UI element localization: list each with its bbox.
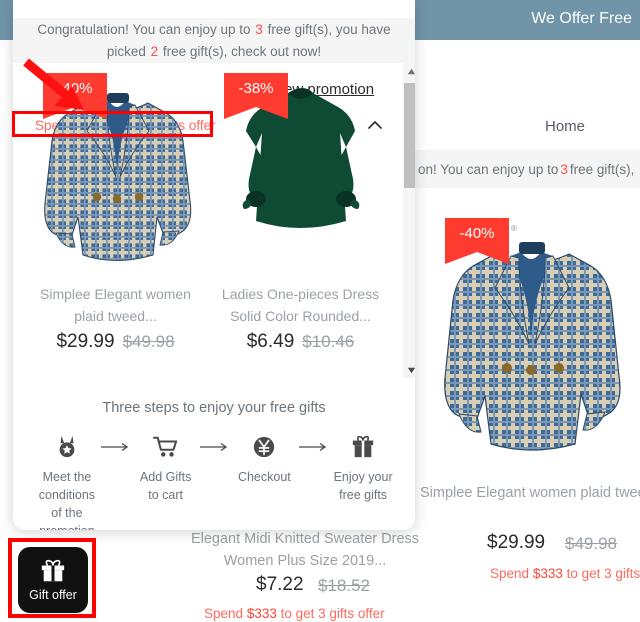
- step-checkout: Checkout: [232, 432, 296, 486]
- product-title: Simplee Elegant women plaid tweed jacket…: [420, 485, 640, 501]
- product-price: $29.99: [487, 532, 546, 553]
- site-navigation: [415, 40, 640, 150]
- step-label: Add Gifts to cart: [139, 470, 192, 502]
- steps-row: Meet the conditions of the promotion: [35, 432, 395, 530]
- product-card-plaid-jacket[interactable]: -40% ee ®: [415, 200, 640, 622]
- product-title: Elegant Midi Knitted Sweater Dress Women…: [190, 531, 420, 569]
- congrats-max-gifts: 3: [255, 22, 263, 37]
- congrats-picked-count: 2: [150, 44, 159, 59]
- product-price: $7.22: [256, 574, 304, 595]
- site-promo-banner-count: 3: [560, 161, 568, 177]
- site-promo-banner-suffix: free gift(s),: [569, 161, 635, 177]
- step-label: Checkout: [237, 470, 291, 484]
- product-spend-note: Spend $333 to get 3 gifts offer: [490, 566, 640, 581]
- spend-prefix: Spend: [204, 606, 244, 621]
- gift-offer-label: Gift offer: [29, 587, 77, 602]
- site-promo-banner: on! You can enjoy up to 3 free gift(s),: [415, 150, 640, 188]
- gift-offer-button[interactable]: Gift offer: [18, 547, 88, 613]
- gift-product-price-1: $29.99 $49.98: [33, 331, 198, 353]
- steps-title: Three steps to enjoy your free gifts: [102, 400, 326, 416]
- nav-item-home[interactable]: Home: [545, 118, 585, 135]
- gift-product-price-2: $6.49 $10.46: [218, 331, 383, 353]
- gift-offer-highlight-box: Gift offer: [8, 538, 96, 618]
- spend-prefix: Spend: [490, 566, 530, 581]
- spend-amount: $333: [246, 606, 277, 621]
- gift-product-current-price-1: $29.99: [56, 331, 115, 352]
- spend-suffix: to get 3 gifts offer: [280, 606, 385, 621]
- gift-product-old-price-1: $49.98: [122, 332, 175, 351]
- scrollbar-down-arrow-icon[interactable]: [403, 362, 415, 378]
- step-enjoy-free-gifts: Enjoy your free gifts: [331, 432, 395, 504]
- product-old-price: $49.98: [565, 534, 617, 553]
- step-label: Enjoy your free gifts: [333, 470, 393, 502]
- screenshot-root: We Offer Free Home on! You can enjoy up …: [0, 0, 640, 622]
- site-top-banner-text: We Offer Free: [531, 10, 632, 27]
- product-spend-note: Spend $333 to get 3 gifts offer: [204, 606, 385, 621]
- three-steps-section: Three steps to enjoy your free gifts Mee…: [13, 382, 415, 530]
- gift-product-current-price-2: $6.49: [246, 331, 295, 352]
- congratulation-message: Congratulation! You can enjoy up to 3 fr…: [13, 18, 415, 63]
- yen-coin-icon: [232, 432, 296, 462]
- step-add-gifts-to-cart: Add Gifts to cart: [134, 432, 198, 504]
- arrow-right-icon: [198, 432, 233, 452]
- product-card-sweater-dress[interactable]: Elegant Midi Knitted Sweater Dress Women…: [190, 520, 419, 622]
- congrats-suffix: free gift(s), check out now!: [159, 44, 322, 59]
- gift-icon: [41, 559, 65, 581]
- red-arrow-annotation-icon: [23, 58, 84, 110]
- scrollbar-thumb[interactable]: [404, 83, 415, 188]
- gift-product-title-2: Ladies One-pieces Dress Solid Color Roun…: [221, 286, 380, 324]
- site-promo-banner-prefix: on! You can enjoy up to: [418, 161, 559, 177]
- cart-icon: [134, 432, 198, 462]
- gift-icon: [331, 432, 395, 462]
- product-old-price: $18.52: [318, 576, 370, 595]
- congrats-prefix: Congratulation! You can enjoy up to: [37, 22, 255, 37]
- step-label: Meet the conditions of the promotion: [38, 470, 96, 530]
- gift-product-old-price-2: $10.46: [302, 332, 355, 351]
- arrow-right-icon: [296, 432, 331, 452]
- gift-product-title-1: Simplee Elegant women plaid tweed...: [40, 286, 191, 324]
- spend-suffix: to get 3 gifts offer: [566, 566, 640, 581]
- step-meet-conditions: Meet the conditions of the promotion: [35, 432, 99, 530]
- panel-scrollbar[interactable]: [403, 63, 415, 378]
- scrollbar-up-arrow-icon[interactable]: [403, 63, 415, 79]
- arrow-right-icon: [99, 432, 134, 452]
- medal-icon: [35, 432, 99, 462]
- spend-amount: $333: [532, 566, 563, 581]
